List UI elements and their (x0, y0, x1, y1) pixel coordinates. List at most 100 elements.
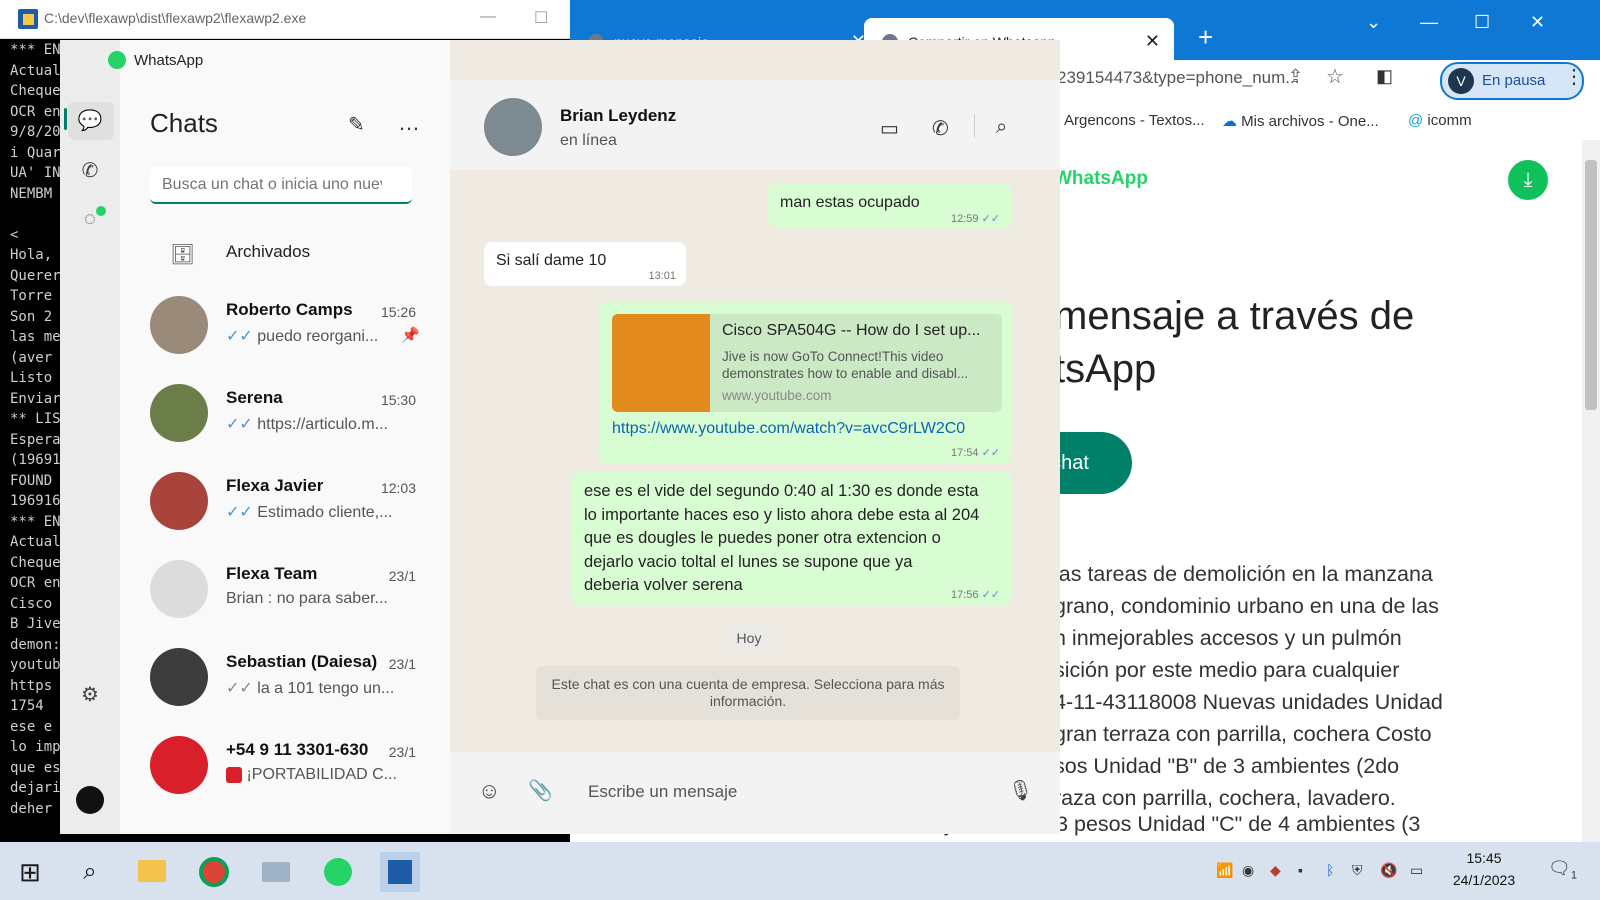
message-bubble-incoming[interactable]: Si salí dame 10 13:01 (484, 242, 686, 286)
bookmark-icomm[interactable]: @ icomm (1408, 112, 1472, 129)
message-body-text: las tareas de demolición en la manzana g… (1054, 562, 1443, 810)
anydesk-icon[interactable]: ◆ (1270, 862, 1281, 879)
video-call-icon[interactable]: ▭ (880, 116, 899, 141)
message-time: 13:01 (648, 270, 676, 282)
notification-icon[interactable]: 🗨1 (1548, 858, 1577, 882)
new-tab-button[interactable]: + (1198, 22, 1213, 53)
list-item[interactable]: +54 9 11 3301-630 23/1 ¡PORTABILIDAD C..… (120, 728, 450, 816)
message-link[interactable]: https://www.youtube.com/watch?v=avcC9rLW… (612, 420, 965, 438)
business-notice[interactable]: Este chat es con una cuenta de empresa. … (536, 666, 960, 720)
console-titlebar[interactable]: C:\dev\flexawp\dist\flexawp2\flexawp2.ex… (0, 0, 570, 39)
search-input[interactable] (160, 172, 384, 198)
volume-muted-icon[interactable]: 🔇 (1380, 862, 1397, 879)
search-icon[interactable]: ⌕ (996, 116, 1007, 139)
search-icon[interactable]: ⌕ (70, 852, 110, 892)
status-badge (96, 206, 106, 216)
bluetooth-icon[interactable]: ᛒ (1326, 862, 1334, 878)
chevron-down-icon[interactable]: ⌄ (1366, 12, 1381, 33)
link-preview-card[interactable]: Cisco SPA504G -- How do I set up... Jive… (612, 314, 1002, 412)
url-text[interactable]: 239154473&type=phone_num... (1057, 68, 1299, 88)
message-input[interactable]: Escribe un mensaje (588, 782, 737, 802)
preview-text: Estimado cliente,... (257, 504, 393, 521)
clock-time[interactable]: 15:45 (1444, 850, 1524, 866)
double-check-icon: ✓✓ (981, 589, 1000, 601)
bookmark-mis-archivos[interactable]: ☁ Mis archivos - One... (1222, 112, 1379, 130)
search-box[interactable] (150, 166, 412, 204)
chat-time: 23/1 (388, 744, 416, 760)
message-bubble-outgoing[interactable]: ese es el vide del segundo 0:40 al 1:30 … (572, 472, 1012, 606)
network-icon[interactable]: 📶 (1216, 862, 1233, 879)
whatsapp-taskbar-icon[interactable] (318, 852, 358, 892)
list-item[interactable]: Sebastian (Daiesa) 23/1 ✓✓ la a 101 teng… (120, 640, 450, 728)
python-icon (18, 9, 38, 29)
list-item[interactable]: Flexa Team 23/1 Brian : no para saber... (120, 552, 450, 640)
gear-icon[interactable]: ⚙ (77, 682, 103, 708)
rail-selection-indicator (64, 108, 67, 130)
chat-preview: ✓✓ https://articulo.m... (226, 414, 388, 434)
scrollbar-thumb[interactable] (1585, 160, 1597, 410)
minimize-button[interactable]: — (1420, 12, 1438, 33)
chats-icon[interactable]: 💬 (77, 108, 103, 134)
page-title: Chats (150, 108, 218, 138)
message-time: 12:59 ✓✓ (951, 212, 1000, 225)
chat-name: Sebastian (Daiesa) (226, 652, 378, 671)
list-item[interactable]: Flexa Javier 12:03 ✓✓ Estimado cliente,.… (120, 464, 450, 552)
chat-time: 12:03 (380, 480, 416, 496)
link-title: Cisco SPA504G -- How do I set up... (722, 322, 981, 339)
list-item[interactable]: Serena 15:30 ✓✓ https://articulo.m... (120, 376, 450, 464)
star-icon[interactable]: ☆ (1326, 64, 1344, 89)
file-explorer-icon[interactable] (132, 852, 172, 892)
avatar[interactable] (484, 98, 542, 156)
microphone-icon[interactable]: 🎙 (1008, 778, 1033, 803)
contact-status: en línea (560, 132, 617, 149)
bookmark-label: Mis archivos - One... (1241, 113, 1379, 130)
archived-label[interactable]: Archivados (226, 242, 310, 262)
python-taskbar-icon[interactable] (380, 852, 420, 892)
minimize-button[interactable]: — (480, 8, 496, 26)
chrome-icon[interactable] (194, 852, 234, 892)
console-output: *** EN Actual Cheque OCR en 9/8/20 i Qua… (10, 42, 60, 817)
chrome-tray-icon[interactable]: ◉ (1242, 862, 1254, 879)
emoji-icon[interactable]: ☺ (478, 778, 500, 804)
share-icon[interactable]: ⇪ (1288, 66, 1303, 87)
profile-button[interactable]: V En pausa (1440, 62, 1584, 100)
phone-icon[interactable]: ✆ (932, 116, 949, 141)
contact-name[interactable]: Brian Leydenz (560, 106, 676, 126)
windows-start-icon[interactable]: ⊞ (10, 852, 50, 892)
avatar (150, 384, 208, 442)
photos-icon[interactable] (256, 852, 296, 892)
menu-icon[interactable]: ⋮ (1564, 64, 1584, 89)
chat-name: Roberto Camps (226, 300, 353, 319)
cloud-icon: ☁ (1222, 113, 1237, 130)
app-tray-icon[interactable]: ▪ (1298, 862, 1303, 878)
new-chat-icon[interactable]: ✎ (348, 112, 365, 137)
message-bubble-outgoing[interactable]: man estas ocupado 12:59 ✓✓ (768, 184, 1012, 228)
avatar[interactable] (76, 786, 104, 814)
maximize-button[interactable]: ☐ (534, 8, 548, 28)
close-window-button[interactable]: ✕ (1530, 12, 1545, 33)
more-icon[interactable]: … (398, 110, 420, 136)
list-item[interactable]: Roberto Camps 15:26 ✓✓ puedo reorgani...… (120, 288, 450, 376)
bookmark-argencons[interactable]: Argencons - Textos... (1064, 112, 1205, 129)
battery-icon[interactable]: ▭ (1410, 862, 1423, 879)
download-icon[interactable]: ⤓ (1508, 160, 1548, 200)
avatar (150, 472, 208, 530)
avatar (150, 296, 208, 354)
clock-date[interactable]: 24/1/2023 (1444, 872, 1524, 888)
calls-icon[interactable]: ✆ (77, 158, 103, 184)
message-time: 17:54 ✓✓ (951, 446, 1000, 459)
sidepanel-icon[interactable]: ◧ (1376, 66, 1393, 87)
chat-time: 15:30 (380, 392, 416, 408)
chat-preview: ✓✓ puedo reorgani... (226, 326, 378, 346)
close-icon[interactable]: ✕ (1145, 31, 1160, 52)
double-check-icon: ✓✓ (226, 680, 253, 697)
double-check-icon: ✓✓ (226, 504, 253, 521)
notification-count: 1 (1570, 869, 1577, 882)
maximize-button[interactable]: ☐ (1474, 12, 1490, 33)
message-text: ese es el vide del segundo 0:40 al 1:30 … (584, 482, 980, 594)
chat-preview: ✓✓ Estimado cliente,... (226, 502, 392, 522)
attach-icon[interactable]: 📎 (528, 778, 553, 803)
message-bubble-link[interactable]: Cisco SPA504G -- How do I set up... Jive… (600, 302, 1012, 464)
conversation-panel: Brian Leydenz en línea ▭ ✆ ⌕ man estas o… (450, 40, 1060, 834)
shield-icon[interactable]: ⛨ (1352, 862, 1363, 879)
